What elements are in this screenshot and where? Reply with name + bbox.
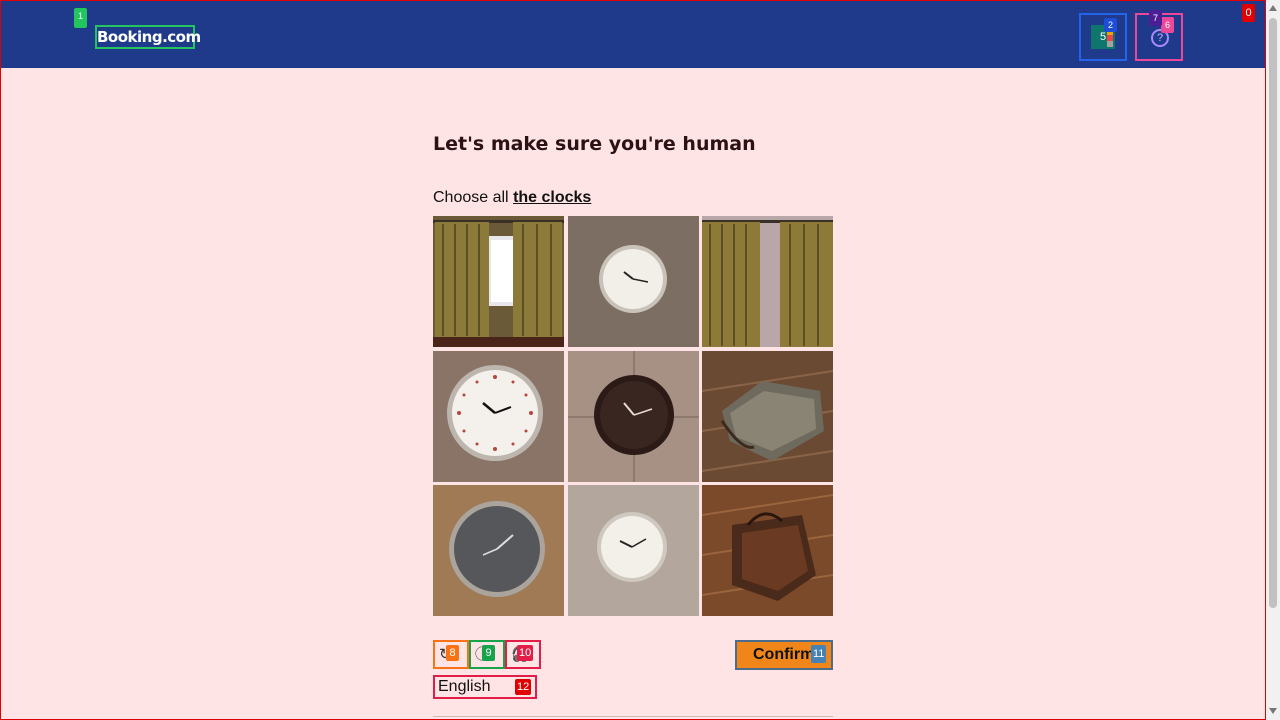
captcha-tile-clock[interactable] xyxy=(433,485,564,616)
captcha-tile-bag[interactable] xyxy=(702,350,833,482)
marker-badge: 10 xyxy=(517,645,534,661)
bag-image xyxy=(702,350,833,482)
marker-badge: 9 xyxy=(482,645,495,661)
captcha-title: Let's make sure you're human xyxy=(433,133,756,155)
marker-badge: 7 xyxy=(1149,10,1162,26)
scrollbar-thumb[interactable] xyxy=(1269,18,1277,608)
marker-badge: 12 xyxy=(515,679,532,695)
captcha-tile-curtains-window[interactable] xyxy=(433,216,564,347)
captcha-instruction: Choose all the clocks xyxy=(433,189,591,207)
scrollbar[interactable] xyxy=(1266,0,1280,720)
scroll-up-arrow-icon[interactable] xyxy=(1269,5,1277,11)
marker-badge: 0 xyxy=(1242,4,1255,22)
instruction-target: the clocks xyxy=(513,189,592,206)
instruction-prefix: Choose all xyxy=(433,189,509,206)
scroll-down-arrow-icon[interactable] xyxy=(1269,708,1277,714)
site-header: Booking.com 5 ? xyxy=(1,1,1265,68)
clock-image xyxy=(567,350,699,482)
marker-badge: 2 xyxy=(1104,18,1117,32)
marker-badge: 6 xyxy=(1161,17,1174,33)
currency-button[interactable]: 5 xyxy=(1079,13,1127,61)
curtains-image xyxy=(702,216,833,347)
clock-image xyxy=(433,350,564,482)
clock-image xyxy=(567,216,699,347)
captcha-tile-curtains[interactable] xyxy=(702,216,833,347)
clock-image xyxy=(433,485,564,616)
bag-image xyxy=(702,485,833,616)
captcha-tile-clock[interactable] xyxy=(433,350,564,482)
captcha-tile-clock[interactable] xyxy=(567,350,699,482)
footer-divider xyxy=(433,716,833,717)
booking-logo[interactable]: Booking.com xyxy=(95,25,201,49)
captcha-tile-clock[interactable] xyxy=(567,485,699,616)
marker-badge: 11 xyxy=(811,645,827,663)
clock-image xyxy=(567,485,699,616)
curtains-image xyxy=(433,216,564,347)
captcha-tile-bag[interactable] xyxy=(702,485,833,616)
marker-badge: 8 xyxy=(446,645,459,661)
marker-badge: 1 xyxy=(74,8,87,28)
captcha-image-grid xyxy=(433,216,833,616)
captcha-tile-clock[interactable] xyxy=(567,216,699,347)
